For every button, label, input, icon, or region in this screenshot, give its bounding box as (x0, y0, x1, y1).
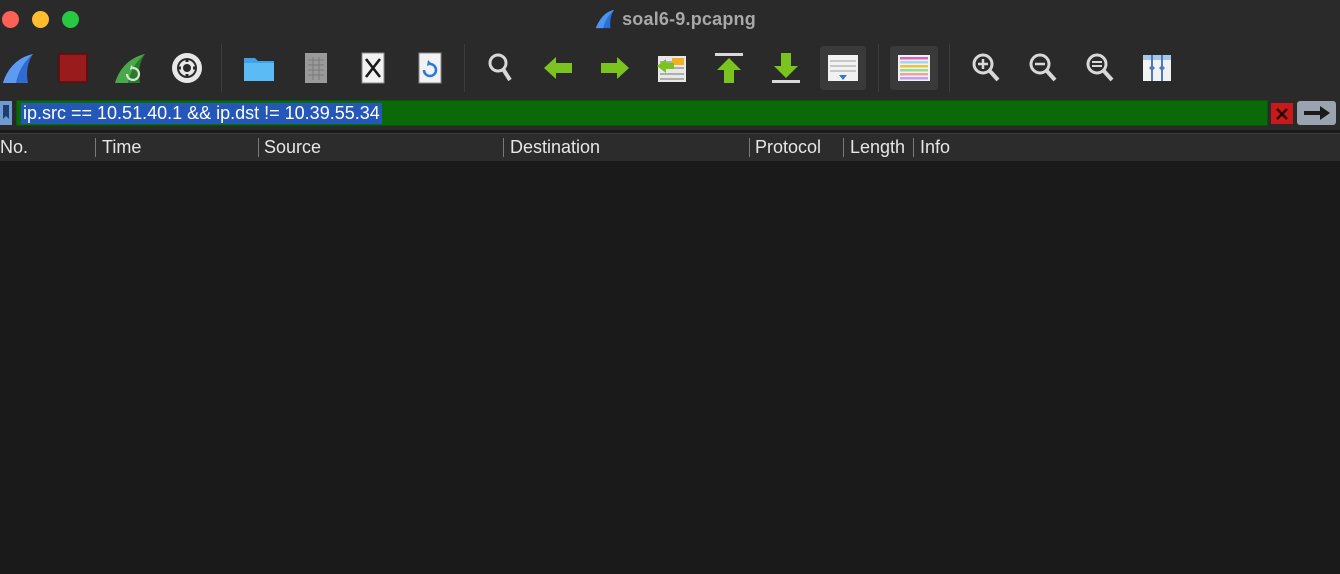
stop-capture-button[interactable] (51, 46, 95, 90)
toolbar-separator (464, 44, 465, 92)
resize-columns-icon (1143, 55, 1171, 81)
arrow-down-bar-icon (772, 53, 800, 83)
resize-columns-button[interactable] (1135, 46, 1179, 90)
column-divider[interactable] (95, 138, 96, 157)
go-back-button[interactable] (536, 46, 580, 90)
last-packet-button[interactable] (764, 46, 808, 90)
save-file-button[interactable] (294, 46, 338, 90)
folder-icon (244, 58, 274, 81)
shark-fin-icon (595, 9, 615, 29)
colorize-button[interactable] (890, 46, 938, 90)
column-header-info[interactable]: Info (920, 134, 1320, 161)
title-bar: soal6-9.pcapng (0, 0, 1340, 38)
zoom-reset-icon (1086, 53, 1114, 82)
column-divider[interactable] (503, 138, 504, 157)
reload-icon (418, 52, 442, 84)
go-to-packet-button[interactable] (650, 46, 694, 90)
restart-fin-icon (115, 54, 145, 83)
column-header-length[interactable]: Length (850, 134, 909, 161)
go-to-packet-icon (657, 56, 686, 82)
column-header-time[interactable]: Time (102, 134, 254, 161)
shark-fin-icon (3, 54, 33, 83)
clear-filter-button[interactable] (1271, 103, 1293, 124)
close-file-button[interactable] (351, 46, 395, 90)
toolbar-separator (878, 44, 879, 92)
go-forward-button[interactable] (593, 46, 637, 90)
column-divider[interactable] (843, 138, 844, 157)
bookmark-icon[interactable] (0, 101, 14, 125)
arrow-right-icon (1303, 106, 1330, 120)
arrow-right-icon (601, 57, 629, 79)
first-packet-button[interactable] (707, 46, 751, 90)
column-header-no[interactable]: No. (0, 134, 92, 161)
window-title: soal6-9.pcapng (622, 8, 756, 29)
arrow-up-bar-icon (715, 53, 743, 83)
reload-file-button[interactable] (408, 46, 452, 90)
normal-size-button[interactable] (1078, 46, 1122, 90)
column-header-destination[interactable]: Destination (510, 134, 746, 161)
arrow-left-icon (544, 57, 572, 79)
file-icon (305, 53, 327, 83)
colorize-lines-icon (898, 55, 930, 81)
auto-scroll-button[interactable] (820, 46, 866, 90)
column-divider[interactable] (913, 138, 914, 157)
zoom-in-button[interactable] (964, 46, 1008, 90)
find-packet-button[interactable] (479, 46, 523, 90)
main-toolbar (0, 38, 1340, 98)
toolbar-separator (221, 44, 222, 92)
close-icon (1276, 107, 1288, 120)
packet-list-header: No. Time Source Destination Protocol Len… (0, 133, 1340, 161)
auto-scroll-icon (828, 55, 858, 81)
zoom-out-icon (1029, 53, 1057, 82)
stop-square-icon (58, 53, 88, 83)
apply-filter-button[interactable] (1297, 101, 1336, 125)
magnifier-icon (488, 53, 512, 82)
wireshark-window: soal6-9.pcapng ip.src == 10.51.40.1 && i… (0, 0, 1340, 574)
start-capture-button[interactable] (0, 46, 40, 90)
window-title-group: soal6-9.pcapng (0, 0, 1340, 38)
close-file-icon (361, 52, 385, 84)
gear-icon (172, 53, 202, 83)
display-filter-bar: ip.src == 10.51.40.1 && ip.dst != 10.39.… (0, 98, 1340, 130)
toolbar-separator (949, 44, 950, 92)
column-header-protocol[interactable]: Protocol (755, 134, 839, 161)
zoom-in-icon (972, 53, 1000, 82)
display-filter-input[interactable]: ip.src == 10.51.40.1 && ip.dst != 10.39.… (16, 100, 1268, 126)
display-filter-text: ip.src == 10.51.40.1 && ip.dst != 10.39.… (21, 103, 382, 124)
restart-capture-button[interactable] (108, 46, 152, 90)
column-header-source[interactable]: Source (264, 134, 500, 161)
capture-options-button[interactable] (165, 46, 209, 90)
column-divider[interactable] (749, 138, 750, 157)
column-divider[interactable] (258, 138, 259, 157)
open-file-button[interactable] (237, 46, 281, 90)
packet-list[interactable] (0, 161, 1340, 574)
zoom-out-button[interactable] (1021, 46, 1065, 90)
